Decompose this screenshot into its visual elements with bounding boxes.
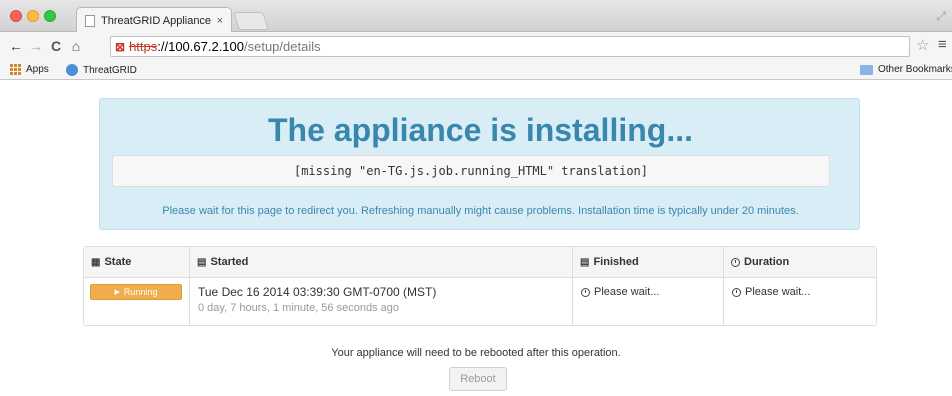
header-finished-label: Finished — [593, 256, 639, 268]
header-finished: ▤ Finished — [572, 247, 723, 277]
close-window-button[interactable] — [10, 10, 22, 22]
zoom-window-button[interactable] — [44, 10, 56, 22]
address-bar[interactable]: ⊠ https://100.67.2.100/setup/details — [110, 36, 910, 57]
job-table: ▦ State ▤ Started ▤ Finished Duration ▶ … — [83, 246, 877, 326]
threatgrid-favicon-icon — [66, 64, 78, 76]
calendar-icon: ▤ — [580, 256, 590, 268]
insecure-lock-icon: ⊠ — [115, 39, 126, 54]
bookmarks-bar: Apps ThreatGRID Other Bookmarks — [0, 60, 952, 80]
reload-icon[interactable]: C — [46, 38, 66, 54]
redirect-note: Please wait for this page to redirect yo… — [162, 205, 799, 217]
translation-code-box: [missing "en-TG.js.job.running_HTML" tra… — [112, 155, 830, 187]
tab-title: ThreatGRID Appliance Adm — [101, 14, 213, 27]
header-state: ▦ State — [84, 247, 189, 277]
url-host: ://100.67.2.100 — [157, 39, 244, 54]
install-alert: The appliance is installing... [missing … — [99, 98, 860, 230]
clock-icon — [581, 287, 590, 297]
new-tab-button[interactable] — [233, 12, 269, 30]
header-duration: Duration — [723, 247, 876, 277]
bookmark-apps-label: Apps — [26, 64, 49, 75]
cell-state: ▶ Running — [84, 278, 189, 325]
menu-icon[interactable]: ≡ — [938, 36, 947, 53]
cell-finished: Please wait... — [572, 278, 723, 325]
status-label: Running — [123, 287, 158, 297]
header-started-label: Started — [210, 256, 249, 268]
table-row: ▶ Running Tue Dec 16 2014 03:39:30 GMT-0… — [84, 278, 876, 325]
reboot-button[interactable]: Reboot — [449, 367, 507, 391]
fullscreen-icon[interactable]: ⤢ — [936, 9, 946, 24]
duration-value: Please wait... — [745, 286, 811, 298]
bookmark-threatgrid-label: ThreatGRID — [83, 64, 137, 76]
status-badge: ▶ Running — [90, 284, 182, 300]
play-icon: ▶ — [114, 289, 120, 296]
folder-icon — [860, 64, 873, 75]
clock-icon — [731, 257, 740, 267]
started-ago: 0 day, 7 hours, 1 minute, 56 seconds ago — [198, 302, 399, 314]
browser-toolbar: ← → C ⌂ ⊠ https://100.67.2.100/setup/det… — [0, 32, 952, 60]
page-title: The appliance is installing... — [268, 112, 693, 148]
browser-tab[interactable]: ThreatGRID Appliance Adm × — [76, 7, 232, 33]
header-state-label: State — [104, 256, 132, 268]
forward-arrow-icon[interactable]: → — [26, 38, 46, 54]
url-scheme: https — [129, 39, 158, 54]
back-arrow-icon[interactable]: ← — [6, 38, 26, 54]
table-header: ▦ State ▤ Started ▤ Finished Duration — [84, 247, 876, 278]
bookmark-threatgrid[interactable]: ThreatGRID — [66, 64, 137, 76]
url-path: /setup/details — [244, 39, 321, 54]
home-icon[interactable]: ⌂ — [66, 38, 86, 54]
clock-icon — [732, 287, 741, 297]
bookmark-other[interactable]: Other Bookmarks — [860, 64, 952, 75]
bookmark-apps[interactable]: Apps — [10, 64, 49, 75]
url-text: https://100.67.2.100/setup/details — [129, 39, 321, 54]
reboot-note: Your appliance will need to be rebooted … — [331, 347, 621, 359]
minimize-window-button[interactable] — [27, 10, 39, 22]
page-content: The appliance is installing... [missing … — [0, 81, 952, 396]
tab-close-icon[interactable]: × — [217, 15, 223, 27]
started-date: Tue Dec 16 2014 03:39:30 GMT-0700 (MST) — [198, 285, 437, 299]
apps-grid-icon — [10, 64, 21, 75]
cell-started: Tue Dec 16 2014 03:39:30 GMT-0700 (MST) … — [189, 278, 572, 325]
finished-value: Please wait... — [594, 286, 660, 298]
cell-duration: Please wait... — [723, 278, 876, 325]
header-started: ▤ Started — [189, 247, 572, 277]
bookmark-star-icon[interactable]: ☆ — [916, 36, 929, 54]
grid-icon: ▦ — [91, 256, 101, 268]
header-duration-label: Duration — [744, 256, 790, 268]
page-icon — [85, 14, 95, 27]
bookmark-other-label: Other Bookmarks — [878, 64, 952, 75]
calendar-icon: ▤ — [197, 256, 207, 268]
browser-titlebar: ThreatGRID Appliance Adm × ⤢ — [0, 0, 952, 33]
